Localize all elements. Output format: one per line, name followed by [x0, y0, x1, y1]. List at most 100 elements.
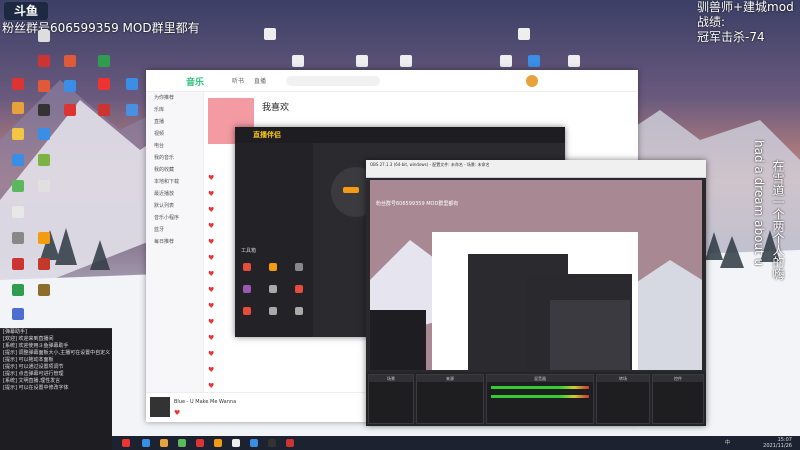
desktop-icon[interactable]: [348, 55, 376, 68]
sidebar-item[interactable]: 默认列表: [146, 200, 203, 212]
desktop-icon[interactable]: [4, 128, 32, 141]
desktop-icon[interactable]: [30, 55, 58, 68]
sidebar-item[interactable]: 音乐小程序: [146, 212, 203, 224]
desktop-icon[interactable]: [30, 284, 58, 297]
desktop-icon[interactable]: [492, 55, 520, 68]
taskbar-app-icon[interactable]: [122, 439, 130, 447]
desktop-icon[interactable]: [56, 55, 84, 68]
taskbar-app-icon[interactable]: [232, 439, 240, 447]
desktop-icon[interactable]: [56, 104, 84, 117]
desktop-icon[interactable]: [510, 28, 538, 41]
tool-icons: [243, 263, 303, 315]
desktop-icon[interactable]: [90, 104, 118, 117]
tab-music[interactable]: 音乐: [186, 75, 204, 88]
track-cover: [150, 397, 170, 417]
sidebar-item[interactable]: 每日推荐: [146, 236, 203, 248]
taskbar-clock[interactable]: 15:07 2021/11/26: [763, 437, 792, 449]
chat-line: [系统] 文明直播,理性发言: [3, 378, 61, 384]
taskbar-app-icon[interactable]: [142, 439, 150, 447]
desktop-icon[interactable]: [56, 80, 84, 93]
obs-preview-scene: [370, 180, 702, 370]
sidebar-item[interactable]: 我的收藏: [146, 164, 203, 176]
obs-titlebar: OBS 27.1.3 (64-bit, windows) - 配置文件: 未命名…: [366, 160, 706, 170]
douyu-logo: 斗鱼: [4, 2, 48, 20]
lyric-vertical-1: 在雪道一个两个人的嗨: [771, 160, 785, 280]
desktop-icon[interactable]: [30, 154, 58, 167]
sidebar-item[interactable]: 本地和下载: [146, 176, 203, 188]
search-input[interactable]: [286, 76, 380, 86]
sidebar-item[interactable]: 乐库: [146, 104, 203, 116]
playlist-title: 我喜欢: [262, 103, 290, 113]
taskbar: 中 15:07 2021/11/26: [112, 436, 800, 450]
live-brand: 直播伴侣: [253, 131, 281, 139]
input-language[interactable]: 中: [725, 439, 730, 446]
desktop-icon[interactable]: [4, 206, 32, 219]
dock-controls[interactable]: 控件: [652, 374, 704, 424]
desktop-icon[interactable]: [30, 30, 58, 43]
desktop-icon[interactable]: [118, 104, 146, 117]
desktop-icon[interactable]: [118, 78, 146, 91]
desktop-icon[interactable]: [4, 154, 32, 167]
desktop-icon[interactable]: [392, 55, 420, 68]
dock-sources[interactable]: 来源: [416, 374, 484, 424]
stats-line-mod: 驯兽师+建城mod: [697, 0, 794, 14]
desktop-icon[interactable]: [30, 128, 58, 141]
obs-window[interactable]: OBS 27.1.3 (64-bit, windows) - 配置文件: 未命名…: [366, 160, 706, 426]
taskbar-app-icon[interactable]: [214, 439, 222, 447]
chat-line: [欢迎] 欢迎来到直播间: [3, 336, 54, 342]
sidebar-item[interactable]: 我的音乐: [146, 152, 203, 164]
danmaku-panel: [弹幕助手] [欢迎] 欢迎来到直播间 [系统] 欢迎使用斗鱼弹幕助手 [提示]…: [0, 328, 112, 450]
desktop-icon[interactable]: [30, 104, 58, 117]
desktop-icon[interactable]: [4, 284, 32, 297]
desktop-icon[interactable]: [4, 102, 32, 115]
dock-mixer[interactable]: 混音器: [486, 374, 594, 424]
desktop-icon[interactable]: [4, 232, 32, 245]
sidebar-item[interactable]: 电台: [146, 140, 203, 152]
sidebar-item[interactable]: 为你推荐: [146, 92, 203, 104]
heart-icon-column: ♥ ♥ ♥ ♥ ♥ ♥ ♥ ♥ ♥ ♥ ♥ ♥ ♥ ♥: [208, 174, 215, 390]
desktop-icon[interactable]: [90, 55, 118, 68]
dock-transitions[interactable]: 转场: [596, 374, 650, 424]
clock-date: 2021/11/26: [763, 443, 792, 449]
desktop-icon[interactable]: [30, 180, 58, 193]
taskbar-app-icon[interactable]: [196, 439, 204, 447]
music-topbar: 音乐 听书 直播: [146, 70, 638, 92]
desktop-icon[interactable]: [30, 80, 58, 93]
taskbar-app-icon[interactable]: [268, 439, 276, 447]
stats-line-record: 战绩:: [697, 15, 726, 29]
taskbar-app-icon[interactable]: [250, 439, 258, 447]
dock-scenes[interactable]: 场景: [368, 374, 414, 424]
chat-line: [提示] 点击弹幕可进行管理: [3, 371, 64, 377]
desktop-icon[interactable]: [284, 55, 312, 68]
sidebar-item[interactable]: 直播: [146, 116, 203, 128]
desktop-icon[interactable]: [4, 78, 32, 91]
sidebar-item[interactable]: 最近播放: [146, 188, 203, 200]
taskbar-app-icon[interactable]: [178, 439, 186, 447]
dock-sources-header: 来源: [417, 375, 483, 382]
dock-scenes-header: 场景: [369, 375, 413, 382]
obs-preview: 粉丝群号606599359 MOD群里都有: [370, 180, 702, 370]
taskbar-app-icon[interactable]: [160, 439, 168, 447]
tab-audiobook[interactable]: 听书: [232, 76, 244, 85]
desktop-icon[interactable]: [90, 78, 118, 91]
avatar[interactable]: [526, 75, 538, 87]
desktop-icon[interactable]: [4, 180, 32, 193]
desktop-icon[interactable]: [30, 258, 58, 271]
sidebar-item[interactable]: 蓝牙: [146, 224, 203, 236]
tab-live[interactable]: 直播: [254, 76, 266, 85]
desktop-icon[interactable]: [4, 258, 32, 271]
chat-line: [弹幕助手]: [3, 329, 27, 335]
dock-mixer-header: 混音器: [487, 375, 593, 382]
desktop-icon[interactable]: [4, 308, 32, 321]
taskbar-app-icon[interactable]: [286, 439, 294, 447]
music-sidebar: 为你推荐 乐库 直播 视频 电台 我的音乐 我的收藏 本地和下载 最近播放 默认…: [146, 92, 204, 392]
live-tool-panel: 工具箱: [235, 143, 313, 337]
chat-line: [提示] 可以通过设置项调节: [3, 364, 64, 370]
desktop-icon[interactable]: [30, 232, 58, 245]
desktop-icon[interactable]: [560, 55, 588, 68]
desktop-icon[interactable]: [520, 55, 548, 68]
like-icon[interactable]: ♥: [174, 409, 180, 417]
sidebar-item[interactable]: 视频: [146, 128, 203, 140]
desktop-icon[interactable]: [256, 28, 284, 41]
stats-line-kills: 冠军击杀-74: [697, 30, 765, 44]
